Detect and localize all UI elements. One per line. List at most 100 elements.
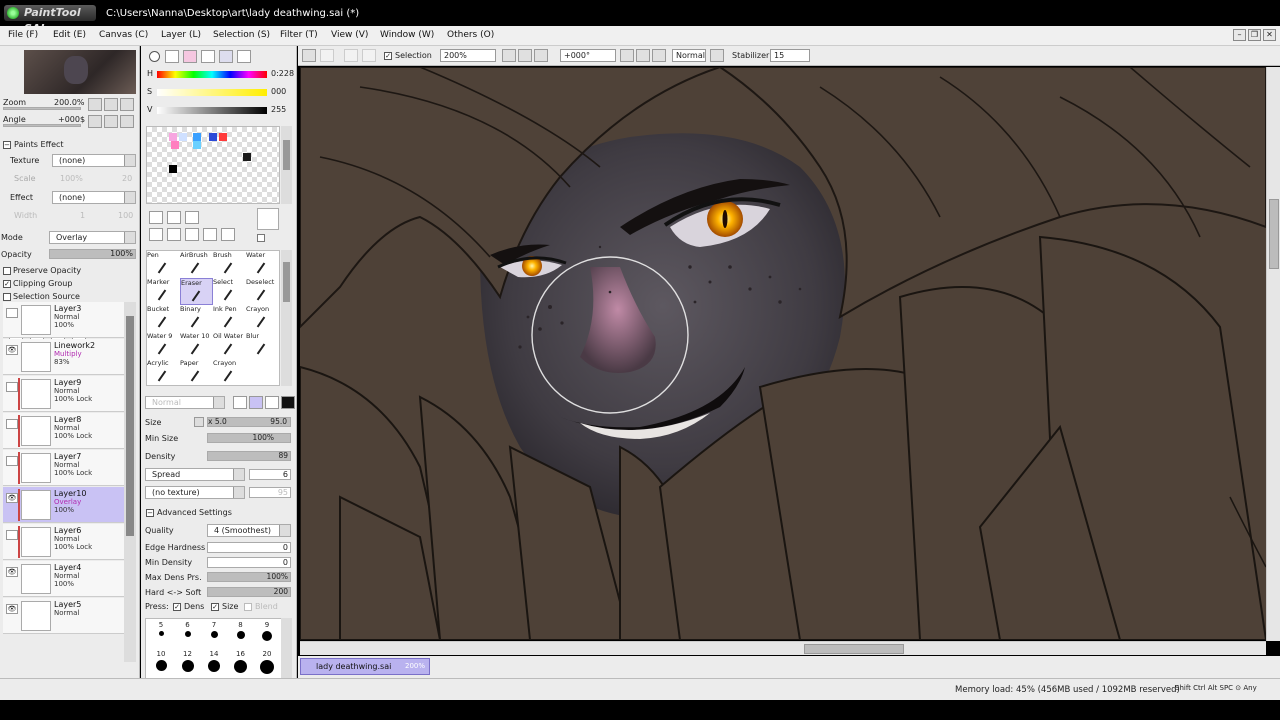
eye-icon[interactable]: 👁 <box>6 493 18 503</box>
shape-flat-icon[interactable] <box>265 396 279 409</box>
brush-tool[interactable]: Crayon <box>213 359 246 386</box>
brush-tool[interactable]: Bucket <box>147 305 180 332</box>
menu-layer[interactable]: Layer (L) <box>161 30 201 40</box>
advanced-settings-toggle[interactable]: − <box>146 509 154 517</box>
color-swatch[interactable] <box>169 133 177 141</box>
brush-size-preset[interactable]: 6 <box>175 621 201 637</box>
swatches-icon[interactable] <box>219 50 233 63</box>
layer-row[interactable]: 👁 Linework2 Multiply 83% <box>3 339 124 375</box>
magic-wand-icon[interactable] <box>185 211 199 224</box>
file-tab-lady-deathwing[interactable]: lady deathwing.sai 200% <box>300 658 430 675</box>
brush-tool[interactable] <box>246 359 279 386</box>
eye-icon[interactable]: 👁 <box>6 345 18 355</box>
scratchpad-icon[interactable] <box>237 50 251 63</box>
zoom-slider[interactable] <box>3 107 81 110</box>
eye-icon[interactable] <box>6 456 18 466</box>
eyedropper-icon[interactable] <box>221 228 235 241</box>
effect-select[interactable]: (none) <box>52 191 136 204</box>
layer-list-scrollbar[interactable] <box>124 302 136 662</box>
brush-size-preset[interactable]: 14 <box>201 650 227 672</box>
menu-selection[interactable]: Selection (S) <box>213 30 270 40</box>
flip-horizontal-icon[interactable] <box>710 49 724 62</box>
move-icon[interactable] <box>149 228 163 241</box>
blend-mode-select[interactable]: Overlay <box>49 231 136 244</box>
rotate-right-button[interactable] <box>104 115 118 128</box>
primary-color-swatch[interactable] <box>257 208 279 230</box>
clipping-group-checkbox[interactable]: ✓ <box>3 280 11 288</box>
hard-soft-slider[interactable]: 200 <box>207 587 291 597</box>
redo-icon[interactable] <box>320 49 334 62</box>
density-slider[interactable]: 89 <box>207 451 291 461</box>
rotate-cw-icon[interactable] <box>636 49 650 62</box>
brush-tool[interactable]: Paper <box>180 359 213 386</box>
eye-icon[interactable]: 👁 <box>6 604 18 614</box>
menu-edit[interactable]: Edit (E) <box>53 30 86 40</box>
swatch-scroll-thumb[interactable] <box>283 140 290 170</box>
zoom-plus-icon[interactable] <box>518 49 532 62</box>
press-blend-checkbox[interactable] <box>244 603 252 611</box>
layer-row[interactable]: Layer9 Normal 100% Lock <box>3 376 124 412</box>
restore-button[interactable]: ❐ <box>1248 29 1261 41</box>
canvas-vertical-scroll-thumb[interactable] <box>1269 199 1279 269</box>
brush-size-preset[interactable]: 8 <box>228 621 254 639</box>
menu-window[interactable]: Window (W) <box>380 30 434 40</box>
hsv-slider-icon[interactable] <box>183 50 197 63</box>
press-density-checkbox[interactable]: ✓ <box>173 603 181 611</box>
angle-slider[interactable] <box>3 124 81 127</box>
menu-view[interactable]: View (V) <box>331 30 368 40</box>
brush-tool[interactable]: Water 9 <box>147 332 180 359</box>
brush-size-preset[interactable]: 20 <box>254 650 280 674</box>
menu-canvas[interactable]: Canvas (C) <box>99 30 148 40</box>
color-swatch[interactable] <box>171 141 179 149</box>
hand-tool-icon[interactable] <box>203 228 217 241</box>
brush-tool[interactable]: Marker <box>147 278 180 305</box>
hue-slider[interactable] <box>157 71 267 78</box>
brush-blend-select[interactable]: Normal <box>145 396 225 409</box>
press-size-checkbox[interactable]: ✓ <box>211 603 219 611</box>
color-wheel-icon[interactable] <box>149 51 160 62</box>
selection-source-checkbox[interactable] <box>3 293 11 301</box>
drawing-canvas[interactable] <box>300 67 1266 640</box>
canvas-horizontal-scroll-thumb[interactable] <box>804 644 904 654</box>
swap-colors-icon[interactable] <box>257 234 265 242</box>
zoom-out-button[interactable] <box>88 98 102 111</box>
layer-row[interactable]: 👁 Layer5 Normal <box>3 598 124 634</box>
spread-select[interactable]: Spread <box>145 468 245 481</box>
layer-row[interactable]: Layer6 Normal 100% Lock <box>3 524 124 560</box>
brush-tool[interactable]: Oil Water <box>213 332 246 359</box>
brush-size-preset[interactable]: 9 <box>254 621 280 641</box>
value-slider[interactable] <box>157 107 267 114</box>
close-button[interactable]: ✕ <box>1263 29 1276 41</box>
color-swatch[interactable] <box>193 141 201 149</box>
brush-tool[interactable]: Binary <box>180 305 213 332</box>
rotate-tool-icon[interactable] <box>185 228 199 241</box>
brush-size-scrollbar[interactable] <box>281 618 292 680</box>
edge-hardness-slider[interactable]: 0 <box>207 542 291 553</box>
preserve-opacity-checkbox[interactable] <box>3 267 11 275</box>
zoom-in-button[interactable] <box>104 98 118 111</box>
brush-tool[interactable]: Water <box>246 251 279 278</box>
brush-size-preset[interactable]: 16 <box>228 650 254 673</box>
layer-row[interactable]: Layer7 Normal 100% Lock <box>3 450 124 486</box>
brush-tool[interactable]: Blur <box>246 332 279 359</box>
lasso-icon[interactable] <box>167 211 181 224</box>
size-slider[interactable]: x 5.0 95.0 <box>207 417 291 427</box>
rgb-slider-icon[interactable] <box>165 50 179 63</box>
canvas-vertical-scrollbar[interactable] <box>1266 67 1280 641</box>
brush-size-preset[interactable]: 7 <box>201 621 227 638</box>
zoom-reset-button[interactable] <box>120 98 134 111</box>
swatch-scrollbar[interactable] <box>281 126 292 204</box>
menu-filter[interactable]: Filter (T) <box>280 30 318 40</box>
brush-grid-scroll-thumb[interactable] <box>283 262 290 302</box>
menu-file[interactable]: File (F) <box>8 30 38 40</box>
minimize-button[interactable]: – <box>1233 29 1246 41</box>
brush-tool[interactable]: Eraser <box>180 278 213 305</box>
color-swatch[interactable] <box>209 133 217 141</box>
layer-row[interactable]: 👁 Layer4 Normal 100% <box>3 561 124 597</box>
brush-texture-select[interactable]: (no texture) <box>145 486 245 499</box>
min-size-slider[interactable]: 100% <box>207 433 291 443</box>
layer-row[interactable]: Layer8 Normal 100% Lock <box>3 413 124 449</box>
eye-icon[interactable] <box>6 530 18 540</box>
rect-select-icon[interactable] <box>149 211 163 224</box>
navigator-preview[interactable] <box>24 50 136 94</box>
